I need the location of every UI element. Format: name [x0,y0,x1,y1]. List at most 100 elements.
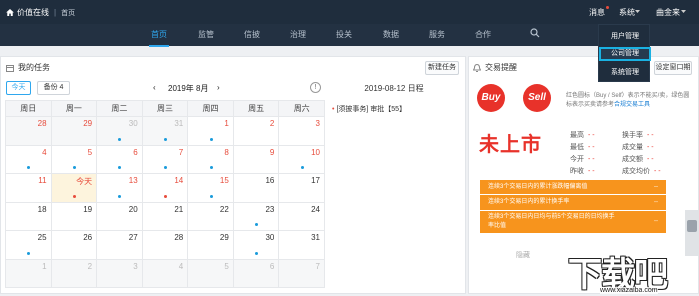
calendar-day[interactable]: 6 [232,258,280,288]
nav-disclosure[interactable]: 信披 [244,29,260,40]
calendar-day[interactable]: 7 [141,144,189,174]
today-button[interactable]: 今天 [6,81,31,95]
schedule-item-text: [须披事务] 审批【55】 [336,106,407,113]
calendar-day[interactable]: 11 [5,173,52,203]
calendar-day[interactable]: 13 [96,173,143,203]
nav-data[interactable]: 数据 [383,29,399,40]
calendar-day[interactable]: 19 [50,201,98,231]
calendar-day[interactable]: 28 [141,230,189,260]
task-marker [118,137,122,141]
stat-avg-price: 成交均价 - - [622,168,661,175]
day-number: 23 [265,204,275,214]
weekday-header: 周四 [187,100,234,117]
calendar-day[interactable]: 15 [187,173,234,203]
system-menu-button[interactable]: 系统 [619,7,635,18]
calendar-day[interactable]: 2 [232,116,280,146]
user-menu[interactable]: 曲金来 [656,7,680,18]
calendar-day[interactable]: 14 [141,173,189,203]
hide-button[interactable]: 隐藏 [516,250,530,260]
calendar-day[interactable]: 29 [50,116,98,146]
calendar-day[interactable]: 22 [187,201,234,231]
day-number: 13 [128,176,138,185]
calendar-day[interactable]: 23 [232,201,280,231]
day-number: 15 [219,176,229,185]
trade-alert-title-text: 交易提醒 [485,63,517,72]
calendar-day[interactable]: 2 [50,258,98,288]
nav-investor-relations[interactable]: 投关 [336,29,352,40]
calendar-day[interactable]: 7 [278,258,325,288]
calendar-day[interactable]: 25 [5,230,52,260]
buy-badge: Buy [477,84,505,112]
calendar-day[interactable]: 17 [278,173,325,203]
nav-home[interactable]: 首页 [149,29,169,47]
stat-volume: 成交量 - - [622,144,654,151]
calendar-day[interactable]: 16 [232,173,280,203]
nav-supervision[interactable]: 监管 [198,29,214,40]
calendar-day[interactable]: 6 [96,144,143,174]
calendar-day[interactable]: 24 [278,201,325,231]
calendar-day[interactable]: 30 [96,116,143,146]
day-number: 31 [174,119,184,128]
task-marker [163,166,167,169]
calendar-day[interactable]: 1 [187,116,234,146]
scrollbar-thumb[interactable] [687,220,697,232]
calendar-day[interactable]: 18 [5,201,52,231]
calendar-day[interactable]: 29 [187,230,234,260]
task-marker [27,251,31,255]
info-icon[interactable]: ! [310,82,321,93]
calendar-day[interactable]: 26 [50,230,98,260]
page-scrollbar[interactable] [685,210,699,256]
alert-row-label: 连续3个交易日内的累计换手率 [488,199,570,205]
day-number: 30 [265,233,275,242]
alert-row-value: -- [654,218,658,225]
task-marker [118,166,122,169]
calendar-day[interactable]: 20 [96,201,143,231]
day-number: 7 [178,147,184,157]
calendar-day[interactable]: 8 [187,144,234,174]
calendar-day[interactable]: 31 [278,230,325,260]
nav-service[interactable]: 服务 [429,29,445,40]
day-number: 6 [133,147,138,157]
menu-item-company-management[interactable]: 公司管理 [599,47,651,61]
day-number: 5 [87,147,93,157]
weekday-header: 周二 [96,100,143,117]
alert-row-label: 连续3个交易日内日均与前5个交易日的日均换手率比值 [488,214,615,229]
calendar-day[interactable]: 4 [141,258,189,288]
calendar-day[interactable]: 10 [278,144,325,174]
day-number: 14 [174,176,184,185]
new-task-button[interactable]: 新建任务 [425,61,459,75]
calendar-day[interactable]: 3 [278,116,325,146]
calendar-day[interactable]: 4 [5,144,52,174]
stat-prev-close: 昨收 - - [570,168,595,175]
calendar-day[interactable]: 28 [5,116,52,146]
messages-link[interactable]: 消息 [589,7,605,18]
bullet-icon: • [332,106,335,113]
next-month-button[interactable]: › [217,83,220,92]
calendar-day[interactable]: 30 [232,230,280,260]
prev-month-button[interactable]: ‹ [153,83,156,92]
calendar-day[interactable]: 9 [232,144,280,174]
breadcrumb[interactable]: 首页 [61,8,75,18]
search-icon[interactable] [530,28,540,38]
calendar-day[interactable]: 5 [187,258,234,288]
set-window-button[interactable]: 设定窗口期 [654,61,692,75]
calendar-day[interactable]: 27 [96,230,143,260]
calendar-day[interactable]: 5 [50,144,98,174]
nav-governance[interactable]: 治理 [290,29,306,40]
stock-name: 未上市 [479,134,542,156]
system-dropdown: 用户管理 公司管理 系统管理 [598,24,651,82]
alert-row: 连续3个交易日内的累计换手率 -- [480,195,666,210]
schedule-item[interactable]: • [须披事务] 审批【55】 [332,104,406,114]
backlog-button[interactable]: 备份 4 [37,81,70,95]
calendar-day-today[interactable]: 今天 [50,173,98,203]
brand[interactable]: 价值在线 | 首页 [6,7,75,18]
compliance-tool-link[interactable]: 合规交易工具 [614,102,650,108]
menu-item-system-management[interactable]: 系统管理 [599,66,651,80]
app-title: 价值在线 [17,8,49,17]
menu-item-user-management[interactable]: 用户管理 [599,30,651,44]
calendar-day[interactable]: 3 [96,258,143,288]
nav-cooperation[interactable]: 合作 [475,29,491,40]
calendar-day[interactable]: 21 [141,201,189,231]
calendar-day[interactable]: 1 [5,258,52,288]
calendar-day[interactable]: 31 [141,116,189,146]
